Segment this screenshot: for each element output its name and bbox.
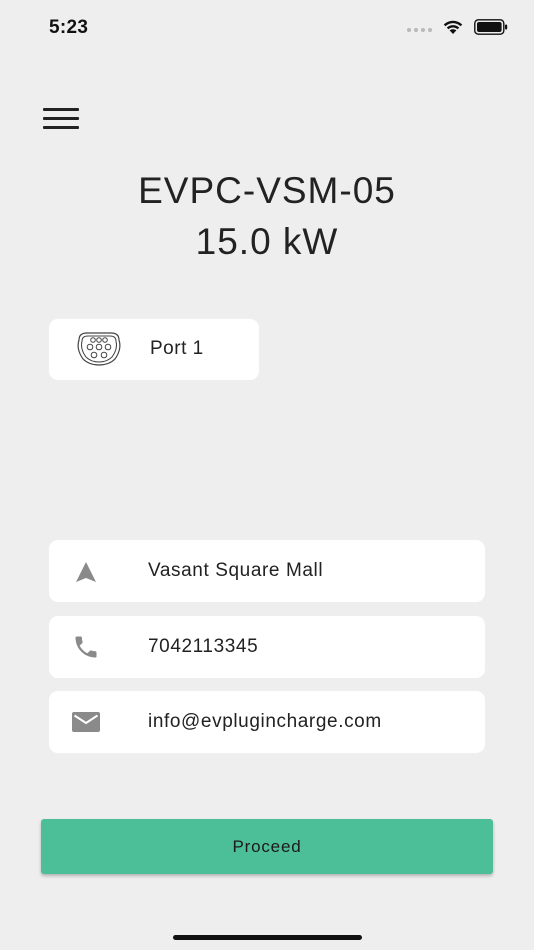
menu-button[interactable] (43, 108, 79, 130)
email-card[interactable]: info@evplugincharge.com (49, 691, 485, 753)
location-text: Vasant Square Mall (148, 560, 324, 581)
status-icons (407, 18, 508, 35)
phone-card[interactable]: 7042113345 (49, 616, 485, 678)
connector-icon (77, 332, 121, 366)
station-power: 15.0 kW (195, 221, 339, 262)
station-name: EVPC-VSM-05 (138, 170, 396, 211)
wifi-icon (443, 20, 463, 34)
mail-icon (72, 712, 100, 732)
port-label: Port 1 (150, 338, 204, 359)
port-card[interactable]: Port 1 (49, 319, 259, 380)
proceed-button[interactable]: Proceed (41, 819, 493, 874)
status-time: 5:23 (49, 17, 89, 38)
phone-icon (75, 636, 97, 658)
status-bar: 5:23 (0, 0, 534, 56)
cellular-signal-icon (407, 27, 432, 32)
email-text: info@evplugincharge.com (148, 711, 382, 732)
navigation-arrow-icon (76, 562, 96, 582)
location-card[interactable]: Vasant Square Mall (49, 540, 485, 602)
home-indicator[interactable] (173, 935, 362, 940)
battery-icon (474, 18, 508, 35)
hamburger-icon (43, 108, 79, 111)
phone-text: 7042113345 (148, 636, 259, 657)
